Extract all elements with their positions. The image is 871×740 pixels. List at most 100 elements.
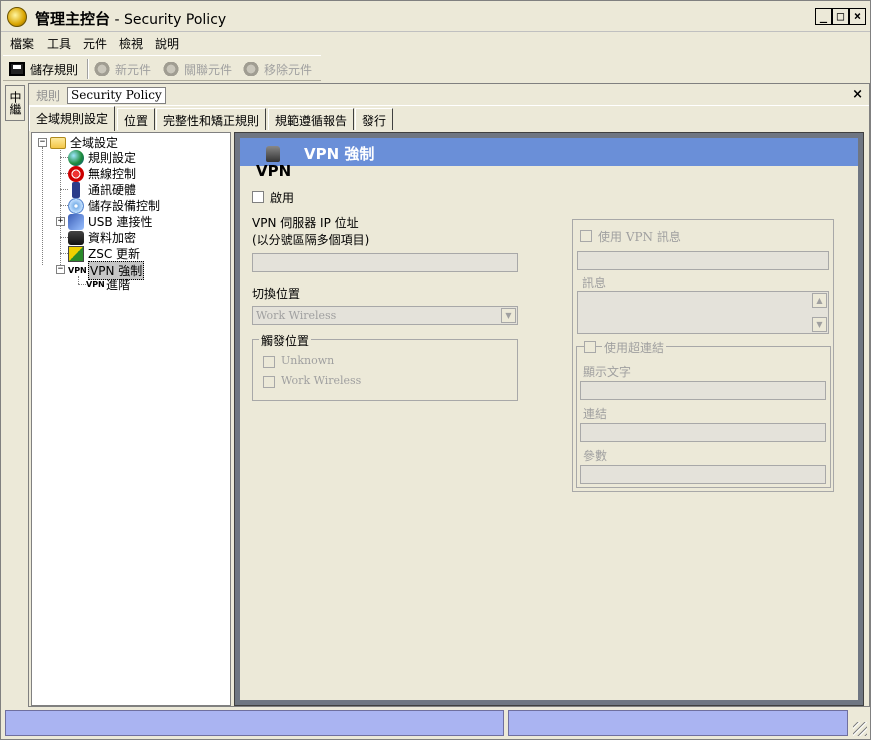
vpn-icon: VPN [68, 265, 87, 275]
main-window: 管理主控台 - Security Policy _ □ × 檔案 工具 元件 檢… [0, 0, 871, 740]
remove-component-button[interactable]: 移除元件 [243, 60, 312, 78]
vpn-badge-text: VPN [256, 162, 292, 180]
window-title: 管理主控台 - Security Policy [35, 8, 226, 29]
tree-connector [60, 173, 68, 174]
new-component-button[interactable]: 新元件 [94, 60, 151, 78]
link-field[interactable] [580, 423, 826, 442]
server-ip-field[interactable] [252, 253, 518, 272]
vpn-settings-pane: VPN 強制 VPN 啟用 VPN 伺服器 IP 位址 (以分號區隔多個項目) … [234, 132, 864, 706]
tree-label: 規則設定 [88, 151, 137, 165]
use-vpn-message-checkbox[interactable] [580, 230, 592, 242]
menu-help[interactable]: 說明 [155, 35, 179, 52]
scroll-down-icon[interactable]: ▼ [812, 317, 827, 332]
tree-node-data-encryption[interactable]: 資料加密 [68, 229, 136, 246]
folder-icon [50, 136, 66, 149]
menu-components[interactable]: 元件 [83, 35, 107, 52]
tree-connector [60, 157, 68, 158]
trigger-work-wireless-checkbox[interactable] [263, 376, 275, 388]
tree-node-advanced[interactable]: VPN 進階 [86, 276, 130, 293]
switch-location-label: 切換位置 [252, 287, 301, 301]
section-header: VPN 強制 [240, 138, 858, 166]
params-label: 參數 [583, 449, 608, 463]
settings-tree: − 全域設定 規則設定 無線控制 通訊硬體 儲存設備控制 + USB 連接性 資… [31, 132, 231, 706]
new-component-label: 新元件 [115, 62, 152, 77]
tree-label: USB 連接性 [88, 215, 153, 229]
side-tab-relay[interactable]: 中繼 [5, 85, 25, 121]
app-logo-icon [7, 7, 27, 27]
associate-component-gear-icon [163, 62, 179, 76]
phone-icon [72, 181, 80, 198]
message-textarea[interactable]: ▲ ▼ [577, 291, 829, 334]
tree-connector [60, 189, 68, 190]
status-bar [3, 709, 869, 738]
minimize-button[interactable]: _ [815, 8, 832, 25]
tree-label: 資料加密 [88, 231, 137, 245]
use-hyperlink-label: 使用超連結 [602, 339, 667, 356]
tree-guide-line [60, 147, 61, 265]
hyperlink-group: 使用超連結 顯示文字 連結 參數 [576, 339, 831, 488]
title-bar[interactable]: 管理主控台 - Security Policy _ □ × [1, 1, 870, 32]
wireless-icon [68, 165, 84, 182]
tree-guide-line [42, 147, 43, 265]
usb-expand-icon[interactable]: + [56, 217, 65, 226]
tree-node-wireless-control[interactable]: 無線控制 [68, 165, 136, 182]
tree-node-usb-connectivity[interactable]: USB 連接性 [68, 213, 152, 230]
tree-label: 無線控制 [88, 167, 137, 181]
doc-close-button[interactable]: × [852, 87, 863, 102]
cd-disk-icon [68, 197, 84, 214]
trigger-unknown-checkbox[interactable] [263, 356, 275, 368]
vpn-message-group: 使用 VPN 訊息 訊息 ▲ ▼ 使用超連結 顯示文字 連結 參數 [572, 219, 834, 492]
usb-icon [68, 213, 84, 230]
scroll-up-icon[interactable]: ▲ [812, 293, 827, 308]
resize-grip-icon[interactable] [853, 722, 867, 736]
tab-integrity-remediation[interactable]: 完整性和矯正規則 [156, 108, 267, 130]
vpn-collapse-icon[interactable]: − [56, 265, 65, 274]
close-button[interactable]: × [849, 8, 866, 25]
vpn-settings-body: VPN 強制 VPN 啟用 VPN 伺服器 IP 位址 (以分號區隔多個項目) … [240, 138, 858, 700]
tab-publish[interactable]: 發行 [355, 108, 394, 130]
tree-guide-line [78, 276, 79, 284]
tree-label: ZSC 更新 [88, 247, 141, 261]
tree-connector [60, 253, 68, 254]
vpn-message-title-field[interactable] [577, 251, 829, 270]
new-component-gear-icon [94, 62, 110, 76]
tree-node-zsc-update[interactable]: ZSC 更新 [68, 245, 140, 262]
section-title: VPN 強制 [304, 145, 375, 163]
enable-checkbox[interactable] [252, 191, 264, 203]
menu-tools[interactable]: 工具 [47, 35, 71, 52]
tab-global-policy-settings[interactable]: 全域規則設定 [29, 106, 116, 131]
use-hyperlink-checkbox[interactable] [584, 341, 596, 353]
tree-node-policy-settings[interactable]: 規則設定 [68, 149, 136, 166]
window-title-main: 管理主控台 [35, 10, 111, 28]
display-text-field[interactable] [580, 381, 826, 400]
enable-label: 啟用 [270, 191, 295, 205]
menu-file[interactable]: 檔案 [10, 35, 34, 52]
menu-view[interactable]: 檢視 [119, 35, 143, 52]
associate-component-button[interactable]: 關聯元件 [163, 60, 232, 78]
tree-connector [60, 205, 68, 206]
toolbar-separator [87, 59, 89, 79]
tree-connector [60, 237, 68, 238]
globe-icon [68, 149, 84, 166]
trigger-location-group: 觸發位置 Unknown Work Wireless [252, 332, 518, 401]
tree-node-storage-device-control[interactable]: 儲存設備控制 [68, 197, 160, 214]
root-collapse-icon[interactable]: − [38, 138, 47, 147]
tab-compliance-reporting[interactable]: 規範遵循報告 [268, 108, 355, 130]
save-policy-button[interactable]: 儲存規則 [9, 60, 78, 78]
window-title-sub: Security Policy [123, 12, 227, 28]
params-field[interactable] [580, 465, 826, 484]
tab-locations[interactable]: 位置 [117, 108, 156, 130]
maximize-button[interactable]: □ [832, 8, 849, 25]
tree-label: 通訊硬體 [88, 183, 137, 197]
trigger-unknown-label: Unknown [281, 354, 335, 367]
save-disk-icon [9, 62, 25, 76]
doc-tab-security-policy[interactable]: Security Policy [67, 87, 166, 104]
chevron-down-icon[interactable]: ▼ [501, 308, 516, 323]
trigger-work-wireless-label: Work Wireless [281, 374, 362, 387]
display-text-label: 顯示文字 [583, 365, 632, 379]
server-ip-hint: (以分號區隔多個項目) [252, 233, 370, 247]
window-title-sep: - [110, 12, 124, 28]
doc-tab-policy[interactable]: 規則 [33, 87, 63, 104]
switch-location-select[interactable]: Work Wireless ▼ [252, 306, 518, 325]
tree-node-communication-hardware[interactable]: 通訊硬體 [68, 181, 136, 198]
